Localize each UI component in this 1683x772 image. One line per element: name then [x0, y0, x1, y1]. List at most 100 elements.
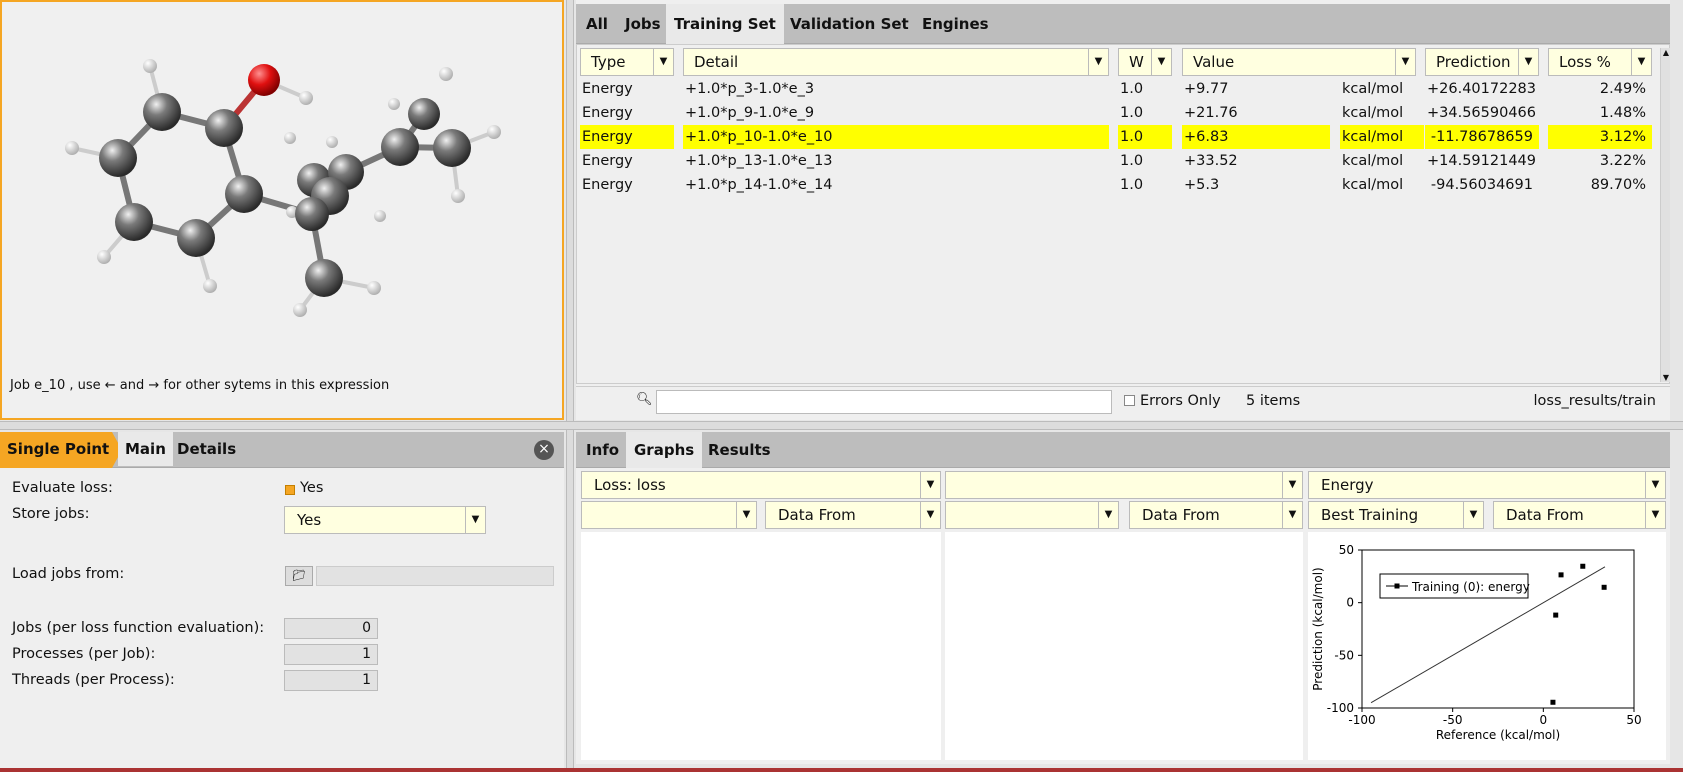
chevron-down-icon[interactable]: ▼: [1645, 502, 1665, 528]
cell-detail: +1.0*p_10-1.0*e_10: [683, 125, 1109, 149]
cell-w: 1.0: [1120, 105, 1144, 121]
jobs-per-eval-field[interactable]: 0: [284, 618, 378, 639]
graph2-source-select[interactable]: ▼: [945, 501, 1119, 529]
tab-jobs[interactable]: Jobs: [617, 4, 669, 44]
cell-loss: 2.49%: [1599, 81, 1646, 97]
search-input[interactable]: [656, 390, 1112, 414]
settings-panel: Single Point Main Details × Evaluate los…: [0, 432, 564, 772]
evaluate-loss-label: Evaluate loss:: [12, 480, 113, 496]
column-header-type[interactable]: Type ▼: [580, 48, 674, 76]
column-header-detail[interactable]: Detail ▼: [683, 48, 1109, 76]
tab-engines[interactable]: Engines: [914, 4, 997, 44]
graph2-quantity-select[interactable]: ▼: [945, 471, 1303, 499]
table-row[interactable]: Energy +1.0*p_13-1.0*e_13 1.0 +33.52 kcal/mo…: [580, 149, 1646, 173]
chevron-down-icon[interactable]: ▼: [465, 507, 485, 533]
graph3-data-from-select[interactable]: Data From ▼: [1493, 501, 1666, 529]
cell-unit: kcal/mol: [1342, 153, 1404, 169]
evaluate-loss-value: Yes: [300, 480, 324, 496]
close-icon[interactable]: ×: [534, 440, 554, 460]
threads-per-process-field[interactable]: 1: [284, 670, 378, 691]
store-jobs-select[interactable]: Yes ▼: [284, 506, 486, 534]
processes-per-job-field[interactable]: 1: [284, 644, 378, 665]
legend-label: Training (0): energy: [1411, 580, 1530, 594]
chevron-down-icon[interactable]: ▼: [1518, 49, 1538, 75]
cell-value: +5.3: [1184, 177, 1220, 193]
chevron-down-icon[interactable]: ▼: [736, 502, 756, 528]
column-header-loss[interactable]: Loss % ▼: [1548, 48, 1652, 76]
column-header-value[interactable]: Value ▼: [1182, 48, 1416, 76]
tab-info[interactable]: Info: [578, 432, 627, 468]
graph3-quantity-value: Energy: [1321, 476, 1374, 494]
graph3-quantity-select[interactable]: Energy ▼: [1308, 471, 1666, 499]
data-point: [1550, 699, 1556, 705]
chevron-down-icon[interactable]: ▼: [1631, 49, 1651, 75]
store-jobs-value: Yes: [297, 511, 322, 529]
graph1-source-select[interactable]: ▼: [581, 501, 757, 529]
chevron-down-icon[interactable]: ▼: [920, 472, 940, 498]
cell-unit: kcal/mol: [1340, 125, 1424, 149]
vertical-splitter[interactable]: [566, 0, 574, 772]
graph2-data-from-select[interactable]: Data From ▼: [1129, 501, 1303, 529]
table-row[interactable]: Energy +1.0*p_3-1.0*e_3 1.0 +9.77 kcal/mol +2…: [580, 77, 1646, 101]
tab-graphs[interactable]: Graphs: [626, 432, 703, 468]
cell-detail: +1.0*p_3-1.0*e_3: [685, 81, 815, 97]
errors-only-label: Errors Only: [1140, 393, 1221, 409]
table-scrollbar[interactable]: ▲ ▼: [1660, 48, 1670, 382]
cell-unit: kcal/mol: [1342, 177, 1404, 193]
y-tick-label: -100: [1327, 701, 1354, 715]
graph1-quantity-select[interactable]: Loss: loss ▼: [581, 471, 941, 499]
threads-per-process-label: Threads (per Process):: [12, 672, 175, 688]
chevron-down-icon[interactable]: ▼: [1282, 502, 1302, 528]
data-point: [1580, 563, 1586, 569]
table-row[interactable]: Energy +1.0*p_9-1.0*e_9 1.0 +21.76 kcal/mol +…: [580, 101, 1646, 125]
cell-prediction: +34.56590466: [1427, 105, 1537, 121]
column-header-loss-label: Loss %: [1559, 53, 1611, 71]
graph1-quantity-value: Loss: loss: [594, 476, 666, 494]
evaluate-loss-checkbox[interactable]: [285, 485, 295, 495]
chevron-down-icon[interactable]: ▼: [1645, 472, 1665, 498]
scroll-up-arrow-icon[interactable]: ▲: [1661, 48, 1671, 57]
table-row[interactable]: Energy +1.0*p_10-1.0*e_10 1.0 +6.83 kcal/mol…: [580, 125, 1652, 149]
cell-prediction: +26.40172283: [1427, 81, 1537, 97]
cell-prediction: +14.59121449: [1427, 153, 1537, 169]
graph1-canvas[interactable]: [581, 532, 941, 760]
graph1-data-from-select[interactable]: Data From ▼: [765, 501, 941, 529]
tab-validation-set[interactable]: Validation Set: [782, 4, 917, 44]
cell-loss: 3.22%: [1599, 153, 1646, 169]
chevron-down-icon[interactable]: ▼: [1463, 502, 1483, 528]
parity-plot[interactable]: -100 -50 0 50 50 0 -50 -100 Reference (kcal/mol)…: [1308, 532, 1666, 760]
tab-single-point[interactable]: Single Point: [0, 432, 116, 466]
data-point: [1558, 572, 1564, 578]
tab-results[interactable]: Results: [700, 432, 779, 468]
graph3-source-select[interactable]: Best Training ▼: [1308, 501, 1484, 529]
table-row[interactable]: Energy +1.0*p_14-1.0*e_14 1.0 +5.3 kcal/mol -…: [580, 173, 1646, 197]
folder-icon[interactable]: 📁︎: [285, 566, 313, 586]
chevron-down-icon[interactable]: ▼: [1282, 472, 1302, 498]
tab-details[interactable]: Details: [170, 432, 243, 466]
cell-type: Energy: [582, 177, 633, 193]
graph2-canvas[interactable]: [945, 532, 1303, 760]
window-bottom-border: [0, 768, 1683, 772]
chevron-down-icon[interactable]: ▼: [920, 502, 940, 528]
column-header-w[interactable]: W ▼: [1118, 48, 1172, 76]
chevron-down-icon[interactable]: ▼: [1098, 502, 1118, 528]
tab-training-set[interactable]: Training Set: [666, 4, 784, 44]
chevron-down-icon[interactable]: ▼: [1151, 49, 1171, 75]
chevron-down-icon[interactable]: ▼: [1088, 49, 1108, 75]
graph1-data-from-value: Data From: [778, 506, 856, 524]
load-jobs-path-field[interactable]: [316, 566, 554, 586]
x-tick-label: -50: [1443, 713, 1463, 727]
horizontal-splitter[interactable]: [0, 421, 1683, 430]
column-header-w-label: W: [1129, 53, 1144, 71]
tab-all[interactable]: All: [578, 4, 616, 44]
item-count: 5 items: [1246, 393, 1301, 409]
chevron-down-icon[interactable]: ▼: [1395, 49, 1415, 75]
chevron-down-icon[interactable]: ▼: [653, 49, 673, 75]
column-header-prediction[interactable]: Prediction ▼: [1425, 48, 1539, 76]
cell-prediction: -11.78678659: [1425, 125, 1539, 149]
errors-only-checkbox[interactable]: [1124, 395, 1135, 406]
scroll-down-arrow-icon[interactable]: ▼: [1661, 373, 1671, 382]
molecule-viewer[interactable]: Job e_10 , use ← and → for other sytems …: [0, 0, 564, 420]
tab-main[interactable]: Main: [118, 432, 173, 466]
graph3-canvas[interactable]: -100 -50 0 50 50 0 -50 -100 Reference (kcal/mol)…: [1308, 532, 1666, 760]
